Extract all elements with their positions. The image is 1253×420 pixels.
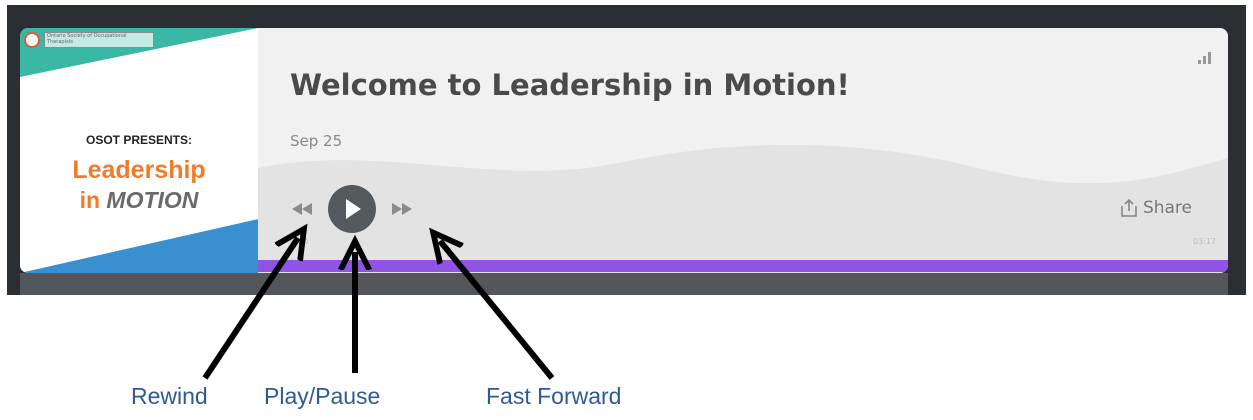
share-button[interactable]: Share (1121, 198, 1192, 218)
cover-title-in: in (79, 187, 101, 213)
playback-controls (290, 184, 414, 234)
cover-title-line1: Leadership (72, 156, 206, 184)
stats-bars-icon[interactable] (1198, 52, 1214, 64)
cover-title-line2: in MOTION (20, 187, 258, 214)
share-icon (1121, 199, 1137, 217)
episode-cover-art: Ontario Society of Occupational Therapis… (20, 28, 258, 273)
podcast-player: Ontario Society of Occupational Therapis… (20, 28, 1228, 273)
rewind-icon (292, 203, 312, 215)
episode-date: Sep 25 (290, 132, 343, 150)
rewind-button[interactable] (290, 199, 316, 219)
fast-forward-button[interactable] (388, 199, 414, 219)
cover-presents-text: OSOT PRESENTS: (85, 133, 192, 147)
play-pause-annotation-label: Play/Pause (264, 383, 381, 409)
logo-mark-icon (24, 32, 40, 48)
progress-bar[interactable] (258, 260, 1228, 272)
osot-logo: Ontario Society of Occupational Therapis… (24, 30, 154, 50)
total-duration: 03:17 (1192, 237, 1216, 246)
play-pause-button[interactable] (328, 185, 376, 233)
fast-forward-annotation-label: Fast Forward (486, 383, 622, 409)
episode-title: Welcome to Leadership in Motion! (290, 68, 850, 102)
cover-title-motion: MOTION (106, 187, 199, 213)
share-label: Share (1142, 198, 1192, 218)
fast-forward-icon (392, 203, 412, 215)
elapsed-time: 0:00 (290, 237, 308, 246)
play-icon (346, 199, 361, 219)
rewind-annotation-label: Rewind (131, 383, 208, 409)
logo-text: Ontario Society of Occupational Therapis… (44, 32, 154, 48)
embed-footer-bar (20, 273, 1228, 295)
